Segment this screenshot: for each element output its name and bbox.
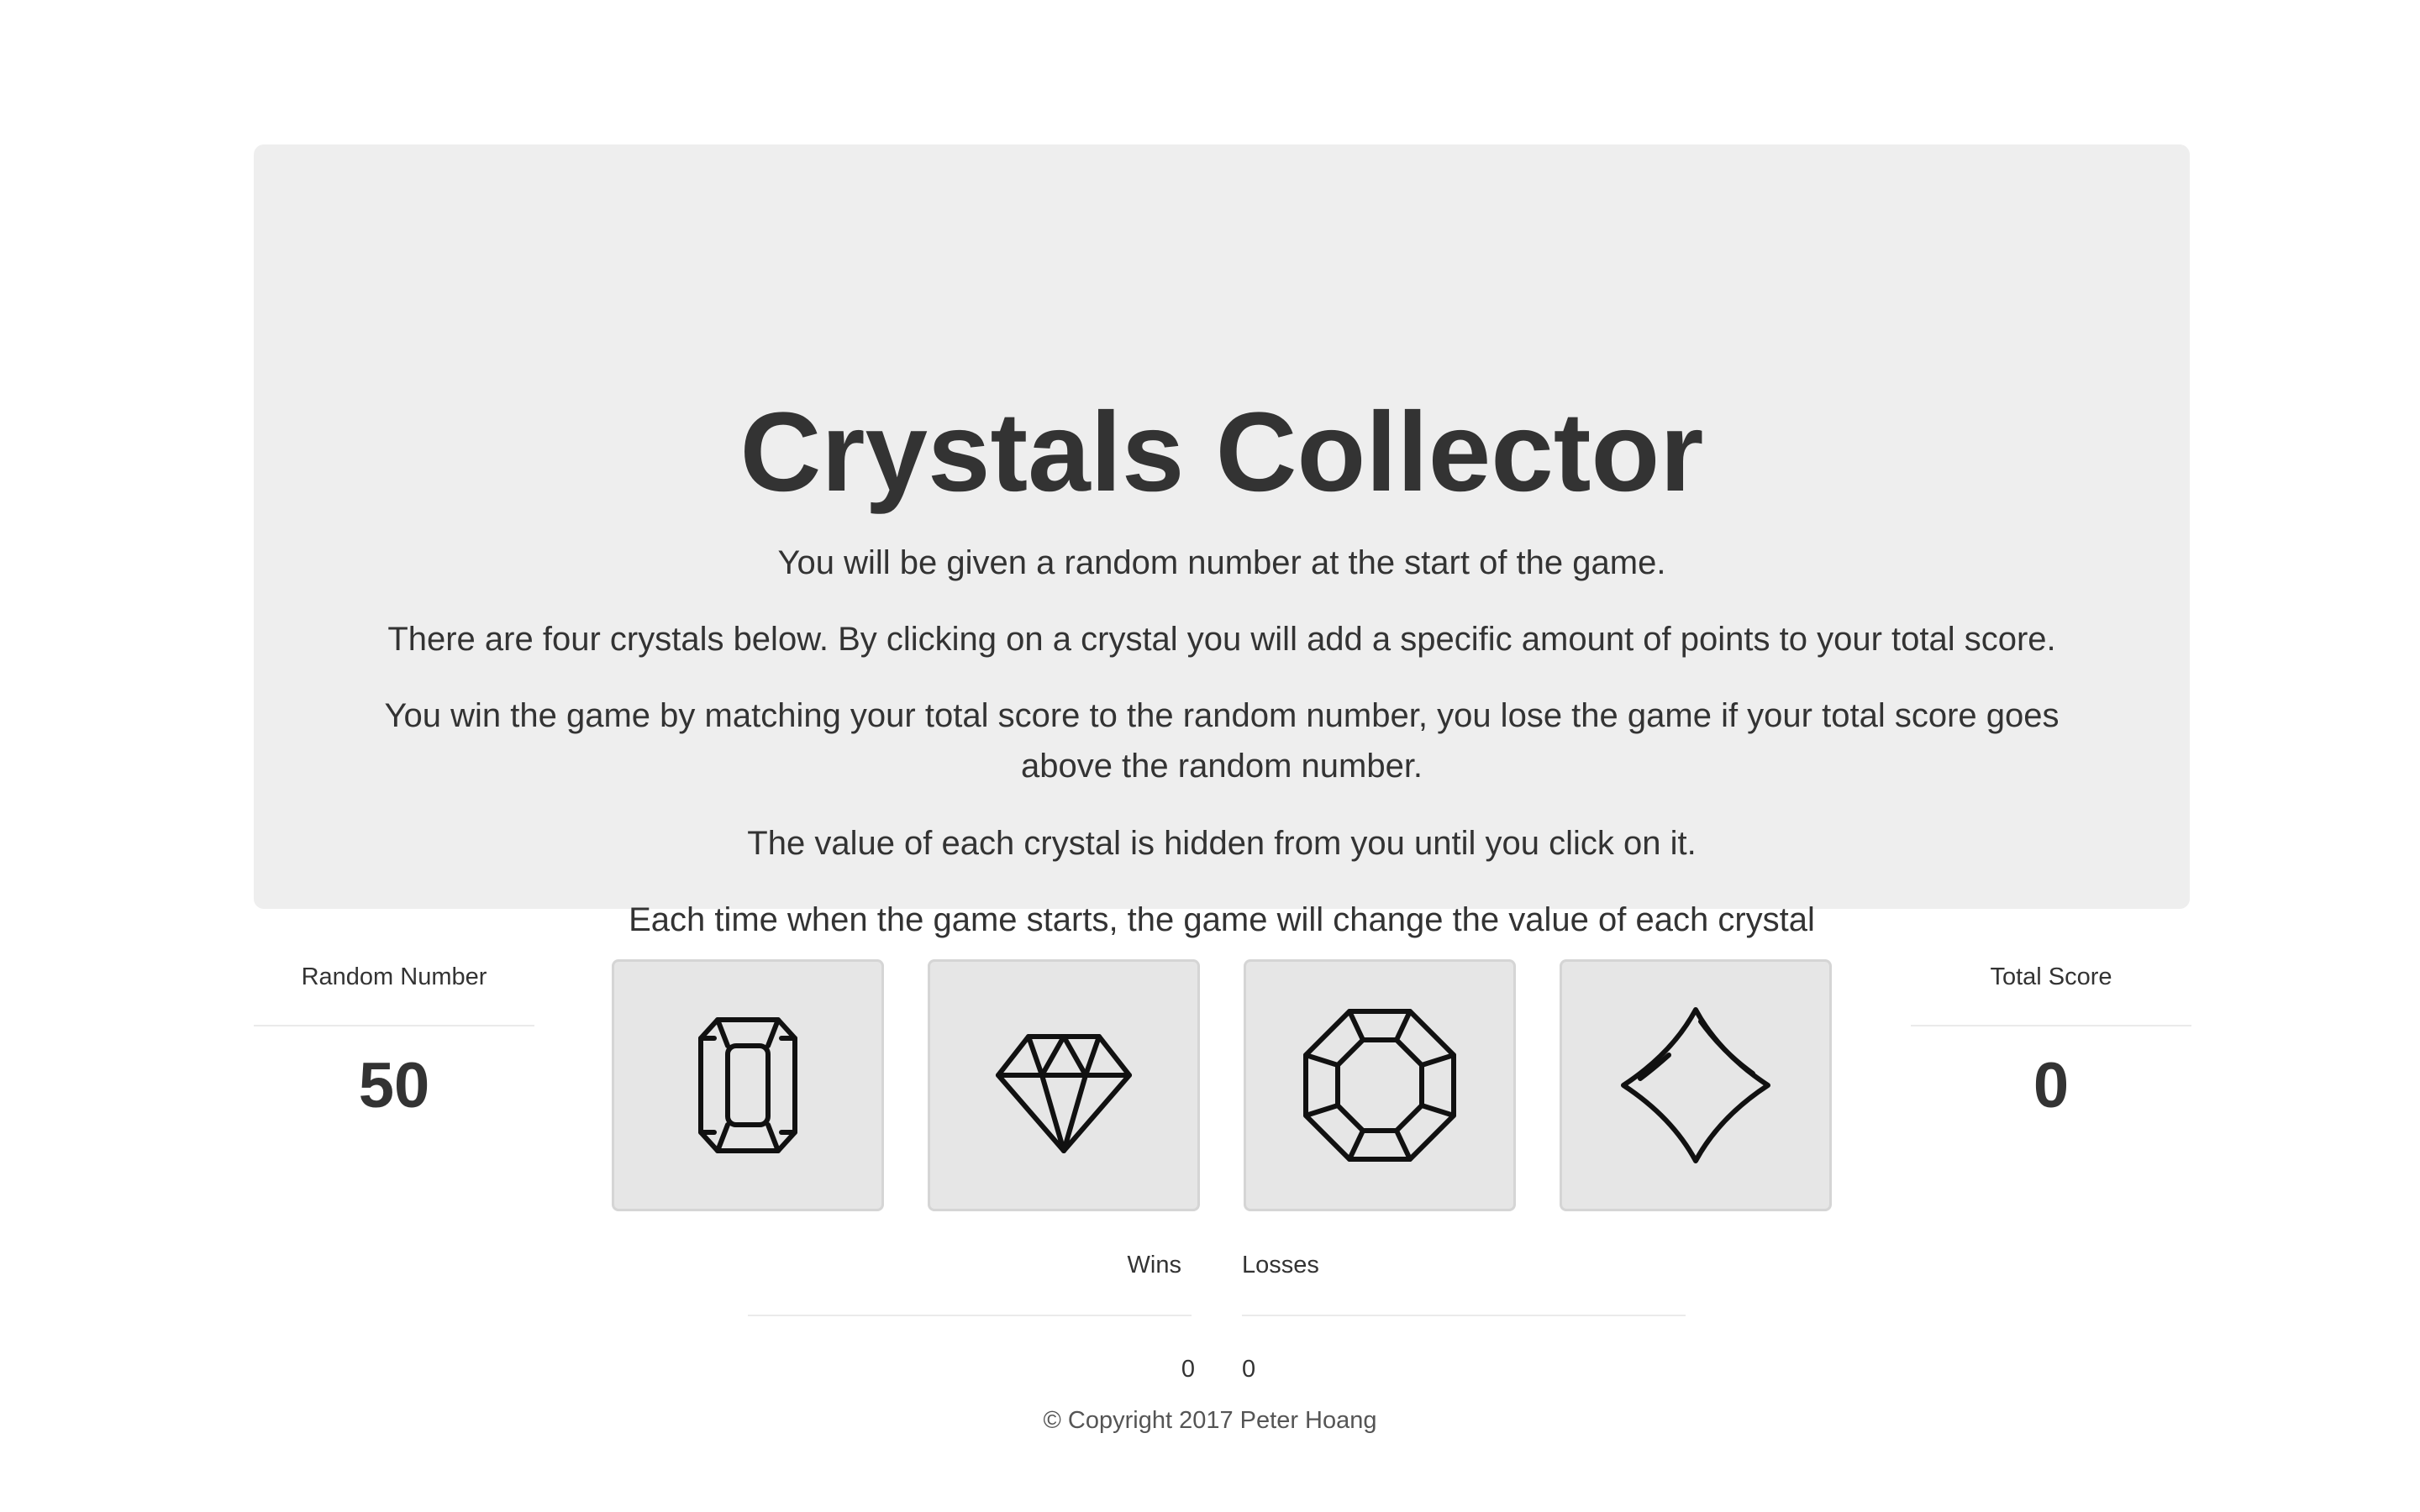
crystal-button-4[interactable] xyxy=(1560,959,1832,1211)
footer-copyright: © Copyright 2017 Peter Hoang xyxy=(1043,1407,1377,1434)
crystal-button-1[interactable] xyxy=(612,959,884,1211)
instruction-text: There are four crystals below. By clicki… xyxy=(387,621,2056,658)
octagon-gem-icon xyxy=(1303,1009,1456,1162)
total-score-label: Total Score xyxy=(1990,963,2112,990)
random-number-value: 50 xyxy=(358,1050,430,1121)
crystal-button-2[interactable] xyxy=(928,959,1200,1211)
total-score-panel: Total Score 0 xyxy=(1911,960,2191,1145)
divider xyxy=(1242,1315,1686,1316)
losses-value: 0 xyxy=(1242,1356,1256,1383)
wins-label: Wins xyxy=(1127,1252,1181,1278)
emerald-cut-gem-icon xyxy=(698,1017,797,1153)
random-number-label: Random Number xyxy=(301,963,487,990)
losses-label: Losses xyxy=(1242,1252,1319,1278)
divider xyxy=(748,1315,1192,1316)
wins-value: 0 xyxy=(1181,1356,1195,1383)
instruction-text: Each time when the game starts, the game… xyxy=(629,901,1815,938)
header-panel: Crystals Collector You will be given a r… xyxy=(254,144,2190,938)
divider xyxy=(1911,1025,2191,1026)
diamond-gem-icon xyxy=(996,1034,1132,1153)
instruction-text: You will be given a random number at the… xyxy=(777,544,1666,581)
instruction-text: You win the game by matching your total … xyxy=(384,697,2060,785)
cushion-gem-icon xyxy=(1621,1007,1770,1163)
divider xyxy=(254,1025,534,1026)
crystal-button-3[interactable] xyxy=(1244,959,1516,1211)
instruction-text: The value of each crystal is hidden from… xyxy=(747,825,1697,862)
total-score-value: 0 xyxy=(2033,1050,2070,1121)
random-number-panel: Random Number 50 xyxy=(254,960,534,1145)
page-title: Crystals Collector xyxy=(739,390,1704,515)
